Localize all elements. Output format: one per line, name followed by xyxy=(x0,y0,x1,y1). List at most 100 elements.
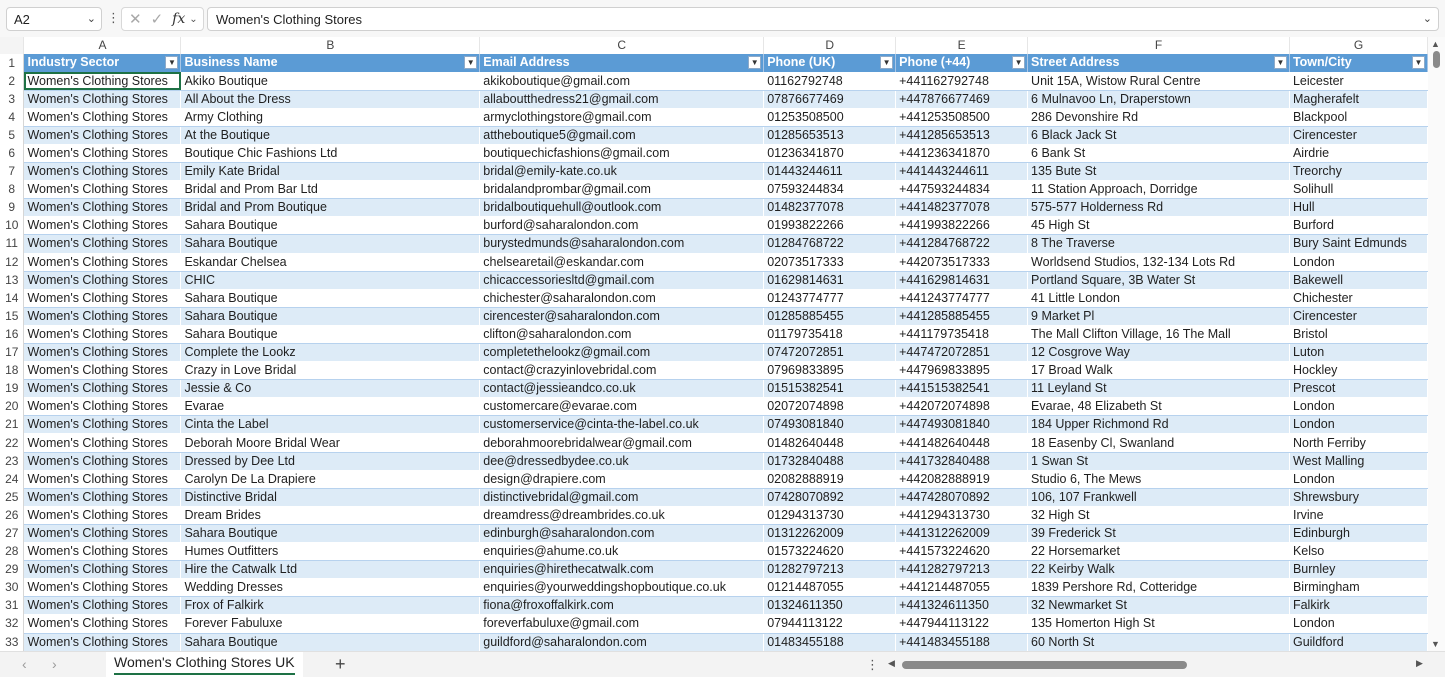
table-header-cell[interactable]: Email Address ▼ xyxy=(479,54,765,73)
table-cell[interactable]: Women's Clothing Stores xyxy=(23,470,181,489)
table-cell[interactable]: guildford@saharalondon.com xyxy=(479,633,764,651)
table-cell[interactable]: Women's Clothing Stores xyxy=(23,560,181,580)
table-cell[interactable]: cirencester@saharalondon.com xyxy=(479,307,764,326)
scroll-right-icon[interactable]: ▶ xyxy=(1416,658,1423,669)
table-cell[interactable]: Solihull xyxy=(1289,180,1428,200)
table-cell[interactable]: Sahara Boutique xyxy=(180,524,480,544)
table-cell[interactable]: Sahara Boutique xyxy=(180,289,480,308)
table-cell[interactable]: +441515382541 xyxy=(895,379,1028,399)
table-cell[interactable]: Prescot xyxy=(1289,379,1428,399)
table-cell[interactable]: Guildford xyxy=(1289,633,1428,651)
table-cell[interactable]: chicaccessoriesltd@gmail.com xyxy=(479,271,764,290)
table-cell[interactable]: 01162792748 xyxy=(763,72,896,91)
table-cell[interactable]: 01324611350 xyxy=(763,596,896,616)
table-cell[interactable]: contact@jessieandco.co.uk xyxy=(479,379,764,399)
row-header[interactable]: 29 xyxy=(0,560,25,579)
row-header[interactable]: 10 xyxy=(0,216,25,235)
table-cell[interactable]: Women's Clothing Stores xyxy=(23,379,181,399)
table-cell[interactable]: Dressed by Dee Ltd xyxy=(180,452,480,471)
table-cell[interactable]: +441482640448 xyxy=(895,433,1028,453)
cancel-icon[interactable]: ✕ xyxy=(129,10,142,28)
table-cell[interactable]: Chichester xyxy=(1289,289,1428,308)
table-cell[interactable]: contact@crazyinlovebridal.com xyxy=(479,361,764,381)
column-header-b[interactable]: B xyxy=(180,37,481,54)
table-cell[interactable]: Women's Clothing Stores xyxy=(23,271,181,290)
table-cell[interactable]: Evarae xyxy=(180,397,480,417)
table-cell[interactable]: Worldsend Studios, 132-134 Lots Rd xyxy=(1027,253,1290,272)
table-cell[interactable]: 07593244834 xyxy=(763,180,896,200)
table-cell[interactable]: CHIC xyxy=(180,271,480,290)
filter-dropdown-icon[interactable]: ▼ xyxy=(1273,56,1287,69)
table-cell[interactable]: London xyxy=(1289,253,1428,272)
table-cell[interactable]: design@drapiere.com xyxy=(479,470,764,489)
table-cell[interactable]: 01282797213 xyxy=(763,560,896,580)
table-cell[interactable]: 39 Frederick St xyxy=(1027,524,1290,544)
table-cell[interactable]: 01253508500 xyxy=(763,108,896,127)
table-cell[interactable]: Women's Clothing Stores xyxy=(23,633,181,651)
table-cell[interactable]: Shrewsbury xyxy=(1289,488,1428,507)
table-cell[interactable]: Wedding Dresses xyxy=(180,578,480,598)
table-cell[interactable]: Humes Outfitters xyxy=(180,542,480,562)
table-cell[interactable]: +441294313730 xyxy=(895,506,1028,525)
table-cell[interactable]: Bridal and Prom Boutique xyxy=(180,198,480,218)
table-cell[interactable]: Kelso xyxy=(1289,542,1428,562)
table-cell[interactable]: 32 High St xyxy=(1027,506,1290,525)
table-cell[interactable]: 18 Easenby Cl, Swanland xyxy=(1027,433,1290,453)
table-cell[interactable]: 07969833895 xyxy=(763,361,896,381)
table-cell[interactable]: Birmingham xyxy=(1289,578,1428,598)
table-cell[interactable]: +442082888919 xyxy=(895,470,1028,489)
table-header-cell[interactable]: Town/City ▼ xyxy=(1289,54,1428,73)
table-cell[interactable]: +447969833895 xyxy=(895,361,1028,381)
table-cell[interactable]: burford@saharalondon.com xyxy=(479,216,764,236)
table-cell[interactable]: Army Clothing xyxy=(180,108,480,127)
table-cell[interactable]: Edinburgh xyxy=(1289,524,1428,544)
table-cell[interactable]: +441312262009 xyxy=(895,524,1028,544)
table-cell[interactable]: Women's Clothing Stores xyxy=(23,578,181,598)
table-cell[interactable]: 01179735418 xyxy=(763,325,896,345)
row-header[interactable]: 28 xyxy=(0,542,25,561)
table-cell[interactable]: completethelookz@gmail.com xyxy=(479,343,764,363)
next-sheet-icon[interactable]: › xyxy=(52,656,57,672)
table-cell[interactable]: Bridal and Prom Bar Ltd xyxy=(180,180,480,200)
table-cell[interactable]: Cinta the Label xyxy=(180,415,480,435)
table-cell[interactable]: Women's Clothing Stores xyxy=(23,614,181,634)
table-cell[interactable]: foreverfabuluxe@gmail.com xyxy=(479,614,764,634)
table-cell[interactable]: customerservice@cinta-the-label.co.uk xyxy=(479,415,764,435)
table-cell[interactable]: 32 Newmarket St xyxy=(1027,596,1290,616)
table-cell[interactable]: 575-577 Holderness Rd xyxy=(1027,198,1290,218)
table-cell[interactable]: 22 Horsemarket xyxy=(1027,542,1290,562)
row-header[interactable]: 6 xyxy=(0,144,25,163)
table-header-cell[interactable]: Phone (+44) ▼ xyxy=(895,54,1029,73)
table-cell[interactable]: 01284768722 xyxy=(763,234,896,254)
table-cell[interactable]: London xyxy=(1289,470,1428,489)
table-cell[interactable]: allaboutthedress21@gmail.com xyxy=(479,90,764,109)
table-cell[interactable]: enquiries@yourweddingshopboutique.co.uk xyxy=(479,578,764,598)
table-cell[interactable]: 01236341870 xyxy=(763,144,896,164)
table-cell[interactable]: dreamdress@dreambrides.co.uk xyxy=(479,506,764,525)
select-all-corner[interactable] xyxy=(0,37,25,54)
table-cell[interactable]: 17 Broad Walk xyxy=(1027,361,1290,381)
table-cell[interactable]: 01294313730 xyxy=(763,506,896,525)
table-cell[interactable]: London xyxy=(1289,614,1428,634)
table-cell[interactable]: 07876677469 xyxy=(763,90,896,109)
table-cell[interactable]: 07493081840 xyxy=(763,415,896,435)
table-cell[interactable]: Portland Square, 3B Water St xyxy=(1027,271,1290,290)
table-cell[interactable]: Sahara Boutique xyxy=(180,234,480,254)
table-cell[interactable]: attheboutique5@gmail.com xyxy=(479,126,764,145)
table-cell[interactable]: +441253508500 xyxy=(895,108,1028,127)
table-cell[interactable]: Deborah Moore Bridal Wear xyxy=(180,433,480,453)
table-cell[interactable]: 135 Bute St xyxy=(1027,162,1290,182)
vertical-scrollbar[interactable]: ▲ ▼ xyxy=(1428,37,1445,651)
row-header[interactable]: 23 xyxy=(0,452,25,471)
table-cell[interactable]: 01482640448 xyxy=(763,433,896,453)
table-cell[interactable]: +441179735418 xyxy=(895,325,1028,345)
table-cell[interactable]: +447493081840 xyxy=(895,415,1028,435)
table-cell[interactable]: 07428070892 xyxy=(763,488,896,507)
sheet-options-icon[interactable]: ⋮ xyxy=(866,657,879,673)
filter-dropdown-icon[interactable]: ▼ xyxy=(880,56,894,69)
table-cell[interactable]: Burnley xyxy=(1289,560,1428,580)
prev-sheet-icon[interactable]: ‹ xyxy=(22,656,27,672)
column-header-a[interactable]: A xyxy=(23,37,182,54)
table-cell[interactable]: bridalandprombar@gmail.com xyxy=(479,180,764,200)
table-header-cell[interactable]: Street Address ▼ xyxy=(1027,54,1290,73)
